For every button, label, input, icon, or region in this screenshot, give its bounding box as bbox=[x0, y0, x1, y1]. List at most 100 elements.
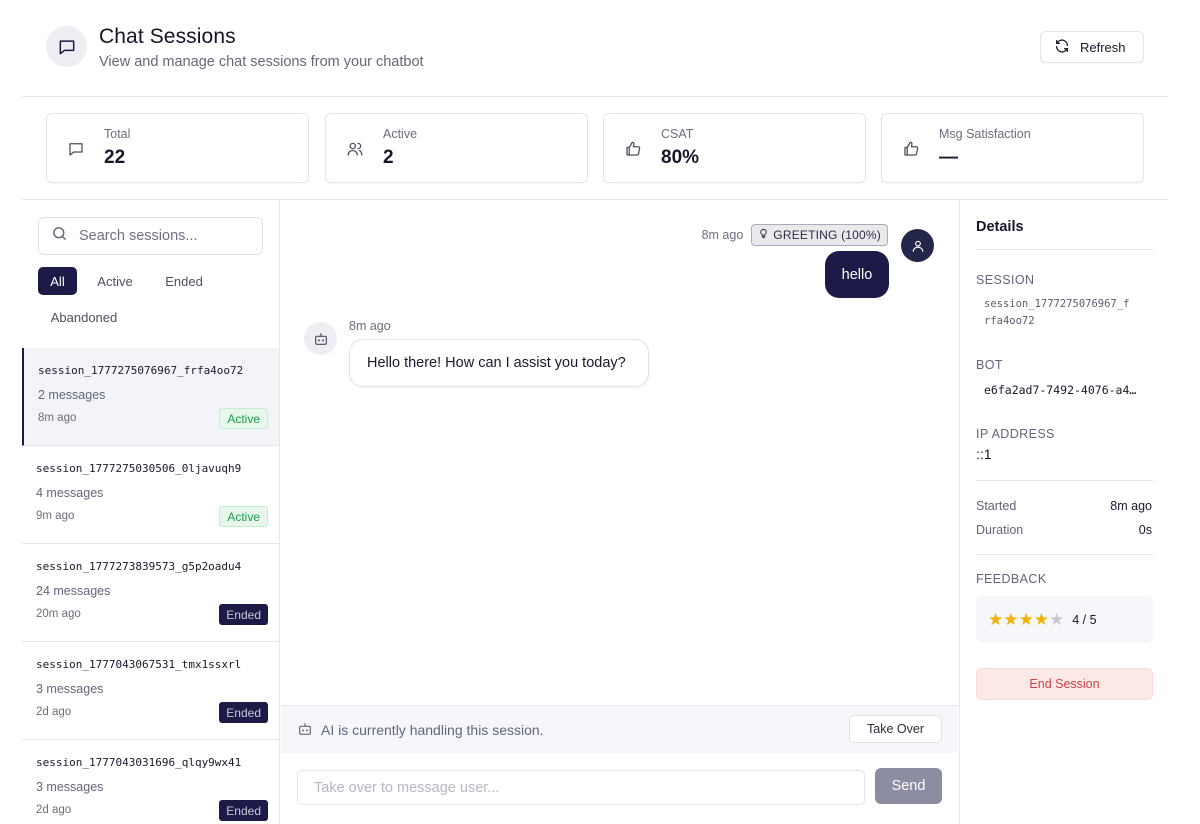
refresh-label: Refresh bbox=[1080, 39, 1126, 55]
session-time: 2d ago bbox=[36, 706, 72, 718]
stat-value: 2 bbox=[383, 147, 394, 168]
bot-label: BOT bbox=[976, 358, 1003, 372]
rating-text: 4 / 5 bbox=[1072, 612, 1097, 627]
session-message-count: 4 messages bbox=[36, 486, 104, 500]
stat-card-msg-satisfaction: Msg Satisfaction — bbox=[881, 113, 1144, 183]
ip-label: IP ADDRESS bbox=[976, 427, 1055, 441]
star-icon: ★ bbox=[1049, 609, 1065, 629]
session-id: session_1777043067531_tmx1ssxrl bbox=[36, 658, 242, 671]
feedback-label: FEEDBACK bbox=[976, 572, 1047, 586]
divider bbox=[976, 480, 1153, 481]
details-panel: Details SESSION session_1777275076967_fr… bbox=[959, 200, 1168, 824]
filter-abandoned[interactable]: Abandoned bbox=[42, 303, 126, 331]
session-list-item[interactable]: session_1777043031696_qlqy9wx41 3 messag… bbox=[22, 740, 279, 824]
status-badge: Active bbox=[219, 408, 268, 429]
session-label: SESSION bbox=[976, 273, 1035, 287]
filter-all[interactable]: All bbox=[38, 267, 77, 295]
user-message-bubble: hello bbox=[825, 251, 889, 298]
started-label: Started bbox=[976, 499, 1017, 513]
session-time: 9m ago bbox=[36, 510, 75, 522]
bot-message-bubble: Hello there! How can I assist you today? bbox=[349, 339, 649, 387]
session-id: session_1777273839573_g5p2oadu4 bbox=[36, 560, 242, 573]
stat-card-total: Total 22 bbox=[46, 113, 309, 183]
session-message-count: 3 messages bbox=[36, 682, 104, 696]
duration-label: Duration bbox=[976, 523, 1024, 537]
session-list-item[interactable]: session_1777273839573_g5p2oadu4 24 messa… bbox=[22, 544, 279, 642]
ai-status-text: AI is currently handling this session. bbox=[321, 722, 544, 738]
stat-label: Msg Satisfaction bbox=[939, 127, 1031, 141]
stat-value: — bbox=[939, 147, 958, 168]
end-session-button[interactable]: End Session bbox=[976, 668, 1153, 700]
star-rating: ★★★★★ bbox=[988, 610, 1064, 630]
started-value: 8m ago bbox=[1110, 499, 1152, 513]
session-time: 8m ago bbox=[38, 412, 77, 424]
stat-label: Active bbox=[383, 127, 418, 141]
details-title: Details bbox=[976, 219, 1024, 235]
page-header: Chat Sessions View and manage chat sessi… bbox=[22, 0, 1168, 97]
filter-ended[interactable]: Ended bbox=[156, 267, 212, 295]
refresh-button[interactable]: Refresh bbox=[1040, 31, 1144, 63]
star-icon: ★ bbox=[1018, 609, 1034, 629]
session-id: session_1777275076967_frfa4oo72 bbox=[38, 364, 244, 377]
feedback-card: ★★★★★ 4 / 5 bbox=[976, 596, 1153, 643]
stat-value: 22 bbox=[104, 147, 126, 168]
ai-status-bar: AI is currently handling this session. T… bbox=[281, 705, 958, 753]
stat-card-active: Active 2 bbox=[325, 113, 588, 183]
status-badge: Ended bbox=[219, 604, 268, 625]
user-message-meta: 8m ago GREETING (100%) bbox=[702, 224, 888, 246]
page-title: Chat Sessions bbox=[99, 25, 236, 48]
message-time: 8m ago bbox=[701, 228, 744, 242]
status-badge: Active bbox=[219, 506, 268, 527]
duration-value: 0s bbox=[1138, 523, 1152, 537]
session-message-count: 3 messages bbox=[36, 780, 104, 794]
send-button[interactable]: Send bbox=[875, 768, 942, 804]
bot-icon bbox=[297, 721, 313, 742]
ip-value: ::1 bbox=[976, 446, 992, 462]
search-box[interactable] bbox=[38, 217, 263, 255]
thumbs-up-icon bbox=[902, 140, 920, 158]
session-message-count: 24 messages bbox=[36, 584, 111, 598]
intent-badge: GREETING (100%) bbox=[751, 224, 888, 246]
bot-id-value: e6fa2ad7-7492-4076-a4… bbox=[984, 383, 1137, 397]
thumbs-up-icon bbox=[624, 140, 642, 158]
lightbulb-icon bbox=[758, 228, 769, 242]
status-badge: Ended bbox=[219, 702, 268, 723]
stat-label: Total bbox=[104, 127, 131, 141]
take-over-button[interactable]: Take Over bbox=[849, 715, 942, 743]
status-badge: Ended bbox=[219, 800, 268, 821]
message-compose[interactable] bbox=[297, 770, 865, 805]
session-message-count: 2 messages bbox=[38, 388, 106, 402]
stat-label: CSAT bbox=[661, 127, 694, 141]
intent-label: GREETING (100%) bbox=[773, 228, 881, 242]
session-id: session_1777275030506_0ljavuqh9 bbox=[36, 462, 242, 475]
star-icon: ★ bbox=[1003, 609, 1019, 629]
session-id-value: session_1777275076967_frfa4oo72 bbox=[984, 298, 1130, 327]
filter-active[interactable]: Active bbox=[88, 267, 142, 295]
session-list-item[interactable]: session_1777275030506_0ljavuqh9 4 messag… bbox=[22, 446, 279, 544]
bot-icon bbox=[304, 322, 337, 355]
page-subtitle: View and manage chat sessions from your … bbox=[99, 54, 424, 70]
message-time: 8m ago bbox=[349, 319, 391, 333]
session-id: session_1777043031696_qlqy9wx41 bbox=[36, 756, 242, 769]
stat-value: 80% bbox=[661, 147, 700, 168]
divider bbox=[976, 249, 1153, 250]
chat-panel: 8m ago GREETING (100%) hello 8m ago Hell… bbox=[281, 200, 958, 824]
session-list-item[interactable]: session_1777275076967_frfa4oo72 2 messag… bbox=[22, 348, 279, 446]
search-icon bbox=[51, 225, 68, 247]
users-icon bbox=[346, 140, 364, 158]
star-icon: ★ bbox=[988, 609, 1004, 629]
message-square-icon bbox=[67, 140, 85, 158]
stat-card-csat: CSAT 80% bbox=[603, 113, 866, 183]
session-time: 20m ago bbox=[36, 608, 81, 620]
refresh-icon bbox=[1054, 38, 1070, 57]
session-time: 2d ago bbox=[36, 804, 72, 816]
session-list-item[interactable]: session_1777043067531_tmx1ssxrl 3 messag… bbox=[22, 642, 279, 740]
message-square-icon bbox=[46, 26, 87, 67]
divider bbox=[976, 554, 1153, 555]
search-input[interactable] bbox=[79, 228, 249, 244]
stats-row: Total 22 Active 2 CSAT 80% Msg Satisfact… bbox=[0, 113, 1200, 183]
star-icon: ★ bbox=[1033, 609, 1049, 629]
session-list-panel: All Active Ended Abandoned session_17772… bbox=[22, 200, 280, 824]
user-avatar-icon bbox=[901, 229, 934, 262]
message-input[interactable] bbox=[314, 779, 854, 796]
